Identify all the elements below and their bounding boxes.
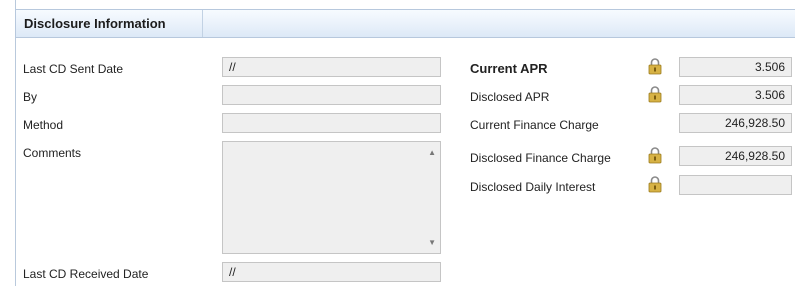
method-field[interactable] [222, 113, 441, 133]
last-cd-sent-date-field[interactable]: // [222, 57, 441, 77]
disclosed-finance-charge-label: Disclosed Finance Charge [470, 151, 611, 165]
lock-icon[interactable] [648, 85, 662, 103]
lock-icon[interactable] [648, 146, 662, 164]
disclosed-apr-field[interactable]: 3.506 [679, 85, 792, 105]
scroll-up-arrow-icon[interactable]: ▲ [428, 148, 436, 157]
scroll-down-arrow-icon[interactable]: ▼ [428, 238, 436, 247]
by-field[interactable] [222, 85, 441, 105]
last-cd-sent-date-label: Last CD Sent Date [23, 62, 124, 76]
comments-textarea[interactable]: ▲ ▼ [222, 141, 441, 254]
last-cd-received-date-field[interactable]: // [222, 262, 441, 282]
current-apr-field[interactable]: 3.506 [679, 57, 792, 77]
current-finance-charge-field[interactable]: 246,928.50 [679, 113, 792, 133]
comments-label: Comments [23, 146, 82, 160]
by-label: By [23, 90, 38, 104]
lock-icon[interactable] [648, 57, 662, 75]
disclosed-daily-interest-label: Disclosed Daily Interest [470, 180, 596, 194]
disclosed-finance-charge-field[interactable]: 246,928.50 [679, 146, 792, 166]
lock-icon[interactable] [648, 175, 662, 193]
section-header: Disclosure Information [15, 9, 795, 38]
current-apr-label: Current APR [470, 61, 548, 76]
header-title-cell: Disclosure Information [16, 10, 203, 37]
disclosed-daily-interest-field[interactable] [679, 175, 792, 195]
disclosed-apr-label: Disclosed APR [470, 90, 550, 104]
last-cd-received-date-label: Last CD Received Date [23, 267, 149, 281]
section-title: Disclosure Information [24, 16, 166, 31]
current-finance-charge-label: Current Finance Charge [470, 118, 599, 132]
method-label: Method [23, 118, 64, 132]
